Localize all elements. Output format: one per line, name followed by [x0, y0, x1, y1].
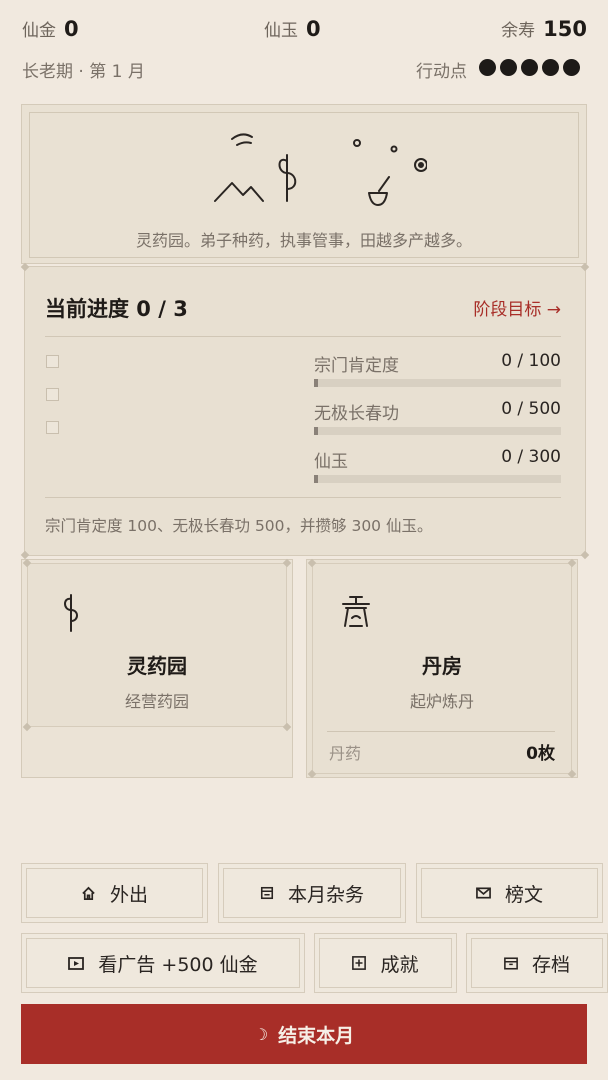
scroll-icon: [260, 886, 274, 900]
progress-item-value: 0 / 100: [501, 351, 561, 371]
herb-garden-illustration: [214, 133, 427, 206]
life-stat: 余寿 150: [501, 16, 587, 41]
building-card-herb-garden[interactable]: 灵药园 经营药园: [21, 558, 293, 778]
notices-button[interactable]: 榜文: [416, 863, 603, 923]
action-point-dot: [500, 59, 517, 76]
moon-icon: ☽: [253, 1024, 269, 1044]
progress-item-label: 仙玉: [314, 452, 348, 472]
jade-stat: 仙玉 0: [264, 16, 321, 41]
progress-panel: 当前进度 0 / 3 阶段目标 → 宗门肯定度 0 / 100 无极长春功 0 / 5…: [20, 262, 590, 560]
progress-bar: [314, 427, 561, 435]
progress-item-label: 宗门肯定度: [314, 356, 399, 376]
life-label: 余寿: [501, 21, 536, 41]
cauldron-icon: [342, 596, 370, 627]
gold-label: 仙金: [22, 21, 56, 41]
life-value: 150: [543, 17, 587, 41]
progress-item-value: 0 / 500: [501, 399, 561, 419]
action-point-dot: [542, 59, 559, 76]
action-point-dot: [521, 59, 538, 76]
action-points-dots: [475, 59, 580, 80]
go-out-button[interactable]: 外出: [21, 863, 208, 923]
jade-label: 仙玉: [264, 21, 298, 41]
progress-item-label: 无极长春功: [314, 404, 399, 424]
progress-bar-fill: [314, 379, 318, 387]
gold-stat: 仙金 0: [22, 16, 79, 41]
goal-checkbox-2: [46, 388, 59, 401]
building-card-alchemy-room[interactable]: 丹房 起炉炼丹 丹药 0枚: [306, 558, 578, 779]
watch-ad-button[interactable]: 看广告 +500 仙金: [21, 933, 305, 993]
progress-title: 当前进度 0 / 3: [45, 297, 188, 321]
play-video-icon: [68, 956, 85, 970]
banner-panel: 灵药园。弟子种药，执事管事，田越多产越多。: [21, 104, 587, 264]
progress-bar-fill: [314, 475, 318, 483]
progress-divider-bottom: [45, 497, 561, 498]
archive-icon: [504, 956, 518, 970]
building-subtitle: 经营药园: [124, 692, 189, 711]
save-button[interactable]: 存档: [466, 933, 608, 993]
achievements-label: 成就: [380, 953, 419, 976]
end-month-button[interactable]: ☽ 结束本月: [21, 1004, 587, 1064]
mail-icon: [476, 887, 491, 899]
action-points-label: 行动点: [416, 62, 467, 82]
end-month-label: 结束本月: [278, 1024, 355, 1047]
stage-goal-link[interactable]: 阶段目标 →: [473, 295, 561, 320]
go-out-label: 外出: [109, 883, 148, 906]
progress-bar: [314, 475, 561, 483]
save-label: 存档: [531, 953, 570, 976]
building-subtitle: 起炉炼丹: [409, 692, 474, 711]
goal-description: 宗门肯定度 100、无极长春功 500，并攒够 300 仙玉。: [45, 517, 433, 535]
watch-ad-label: 看广告 +500 仙金: [98, 953, 258, 976]
gold-value: 0: [64, 17, 79, 41]
banner-caption: 灵药园。弟子种药，执事管事，田越多产越多。: [135, 231, 472, 250]
jade-value: 0: [306, 17, 321, 41]
monthly-tasks-button[interactable]: 本月杂务: [218, 863, 406, 923]
goal-checkbox-1: [46, 355, 59, 368]
home-icon: [82, 886, 95, 900]
monthly-tasks-label: 本月杂务: [287, 883, 364, 906]
herb-icon: [64, 594, 78, 632]
achievements-button[interactable]: 成就: [314, 933, 457, 993]
building-title: 丹房: [422, 654, 462, 678]
notices-label: 榜文: [504, 883, 543, 906]
pill-count-label: 丹药: [329, 744, 362, 763]
progress-bar: [314, 379, 561, 387]
plus-box-icon: [352, 956, 367, 970]
progress-divider: [45, 336, 561, 337]
action-points: 行动点: [416, 57, 580, 82]
progress-item-value: 0 / 300: [501, 447, 561, 467]
period-label: 长老期 · 第 1 月: [22, 62, 145, 82]
action-point-dot: [479, 59, 496, 76]
card-divider: [327, 731, 555, 732]
goal-checkbox-3: [46, 421, 59, 434]
action-point-dot: [563, 59, 580, 76]
building-title: 灵药园: [127, 654, 187, 678]
progress-bar-fill: [314, 427, 318, 435]
pill-count-value: 0枚: [526, 744, 555, 764]
